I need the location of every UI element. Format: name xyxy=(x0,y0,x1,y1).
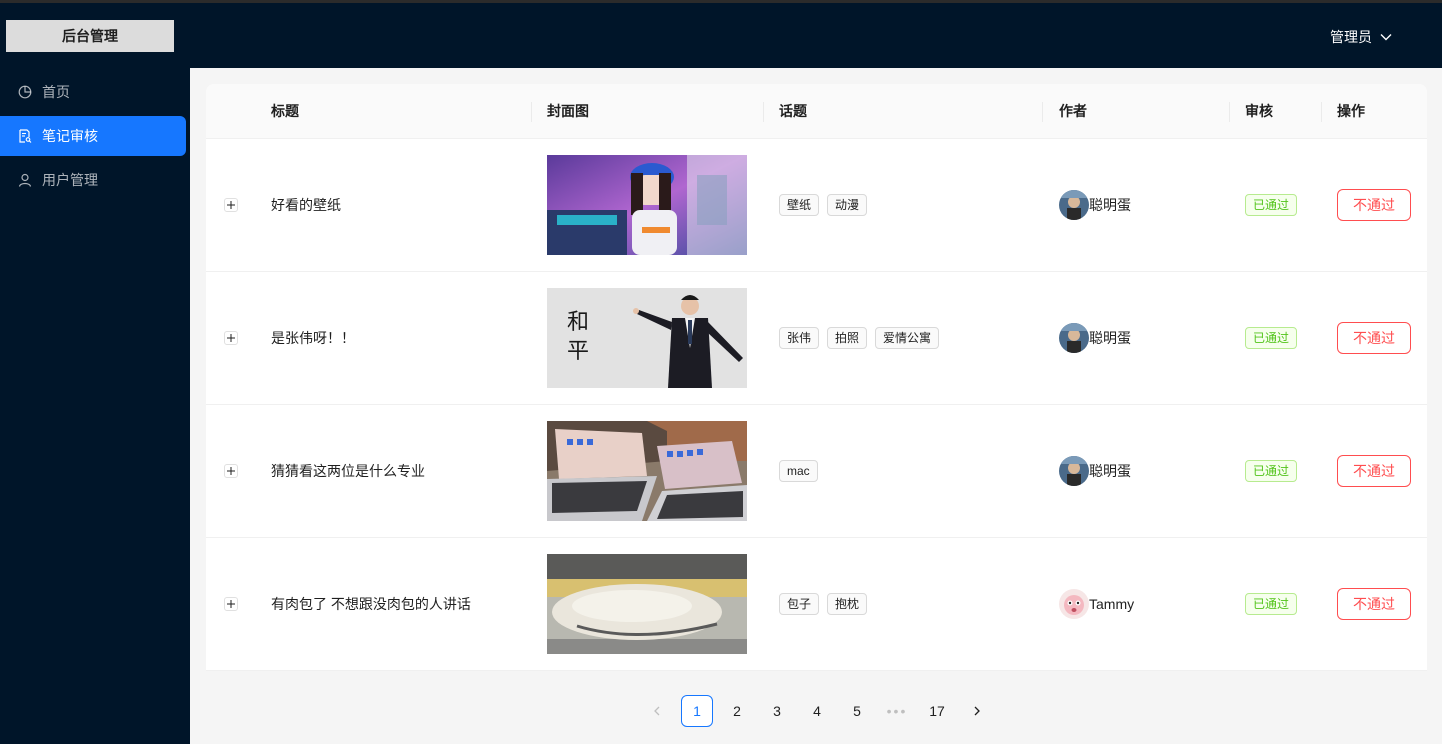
avatar[interactable] xyxy=(1059,456,1089,486)
topic-tag[interactable]: 拍照 xyxy=(827,327,868,349)
pagination-next-button[interactable] xyxy=(961,695,993,727)
column-divider xyxy=(763,102,764,122)
pagination-page[interactable]: 2 xyxy=(721,695,753,727)
column-divider xyxy=(531,102,532,122)
reject-button[interactable]: 不通过 xyxy=(1337,588,1411,620)
topic-tag[interactable]: 张伟 xyxy=(779,327,820,349)
author-name: 聪明蛋 xyxy=(1089,463,1131,479)
column-divider xyxy=(1321,102,1322,122)
topic-tags: 包子 抱枕 xyxy=(779,593,875,615)
note-title: 好看的壁纸 xyxy=(271,197,341,213)
table-header: 标题 封面图 话题 作者 审核 操作 xyxy=(206,84,1427,139)
plus-icon xyxy=(227,600,235,608)
status-badge: 已通过 xyxy=(1245,593,1298,615)
reject-button[interactable]: 不通过 xyxy=(1337,189,1411,221)
status-badge: 已通过 xyxy=(1245,194,1298,216)
note-title: 有肉包了 不想跟没肉包的人讲话 xyxy=(271,596,471,612)
column-header-author[interactable]: 作者 xyxy=(1059,84,1087,139)
note-title: 猜猜看这两位是什么专业 xyxy=(271,463,425,479)
column-header-topics[interactable]: 话题 xyxy=(779,84,807,139)
topic-tag[interactable]: 包子 xyxy=(779,593,820,615)
chevron-right-icon xyxy=(974,706,980,716)
column-divider xyxy=(1229,102,1230,122)
author-cell: 聪明蛋 xyxy=(1059,323,1131,353)
main-content: 标题 封面图 话题 作者 审核 操作 好看的壁纸 壁纸 动漫 聪明蛋 已通过 不… xyxy=(190,68,1442,744)
sidebar-item-label: 用户管理 xyxy=(42,172,98,188)
cover-image[interactable] xyxy=(547,421,747,521)
cover-image[interactable]: 和 平 xyxy=(547,288,747,388)
plus-icon xyxy=(227,201,235,209)
sidebar: 后台管理 首页 笔记审核 用户管理 xyxy=(0,3,190,744)
column-header-actions[interactable]: 操作 xyxy=(1337,84,1365,139)
pagination-page[interactable]: 3 xyxy=(761,695,793,727)
sidebar-item-label: 笔记审核 xyxy=(42,128,98,144)
cover-text: 平 xyxy=(567,339,589,364)
sidebar-item-label: 首页 xyxy=(42,84,70,100)
column-header-review[interactable]: 审核 xyxy=(1245,84,1273,139)
top-header: 管理员 xyxy=(190,3,1442,68)
pie-chart-icon xyxy=(18,85,32,99)
topic-tag[interactable]: 壁纸 xyxy=(779,194,820,216)
status-badge: 已通过 xyxy=(1245,327,1298,349)
sidebar-item-user-management[interactable]: 用户管理 xyxy=(0,160,186,200)
table-row: 好看的壁纸 壁纸 动漫 聪明蛋 已通过 不通过 xyxy=(206,139,1427,272)
pagination: 1 2 3 4 5 ••• 17 xyxy=(190,695,1442,727)
author-name: 聪明蛋 xyxy=(1089,197,1131,213)
author-name: 聪明蛋 xyxy=(1089,330,1131,346)
plus-icon xyxy=(227,467,235,475)
column-header-cover[interactable]: 封面图 xyxy=(547,84,589,139)
pagination-page-last[interactable]: 17 xyxy=(921,695,953,727)
pagination-prev-button[interactable] xyxy=(641,695,673,727)
expand-row-button[interactable] xyxy=(224,198,238,212)
topic-tag[interactable]: mac xyxy=(779,460,818,482)
cover-text: 和 xyxy=(567,310,589,335)
author-cell: 聪明蛋 xyxy=(1059,190,1131,220)
cover-image[interactable] xyxy=(547,554,747,654)
reject-button[interactable]: 不通过 xyxy=(1337,322,1411,354)
author-name: Tammy xyxy=(1089,596,1135,612)
sidebar-item-home[interactable]: 首页 xyxy=(0,72,186,112)
pagination-page[interactable]: 1 xyxy=(681,695,713,727)
plus-icon xyxy=(227,334,235,342)
pagination-page[interactable]: 5 xyxy=(841,695,873,727)
topic-tags: 张伟 拍照 爱情公寓 xyxy=(779,327,947,349)
app-logo[interactable]: 后台管理 xyxy=(6,20,174,52)
topic-tag[interactable]: 动漫 xyxy=(827,194,868,216)
table-row: 是张伟呀！！ 和 平 张伟 拍照 爱情公寓 聪明蛋 已通过 不通过 xyxy=(206,272,1427,405)
status-badge: 已通过 xyxy=(1245,460,1298,482)
table-row: 猜猜看这两位是什么专业 mac 聪明蛋 已通过 不通过 xyxy=(206,405,1427,538)
author-cell: 聪明蛋 xyxy=(1059,456,1131,486)
topic-tags: 壁纸 动漫 xyxy=(779,194,875,216)
topic-tag[interactable]: 爱情公寓 xyxy=(875,327,940,349)
notes-review-table: 标题 封面图 话题 作者 审核 操作 好看的壁纸 壁纸 动漫 聪明蛋 已通过 不… xyxy=(206,84,1427,671)
file-search-icon xyxy=(18,129,32,143)
topic-tags: mac xyxy=(779,460,826,482)
expand-row-button[interactable] xyxy=(224,597,238,611)
expand-row-button[interactable] xyxy=(224,464,238,478)
avatar[interactable] xyxy=(1059,589,1089,619)
sidebar-item-note-review[interactable]: 笔记审核 xyxy=(0,116,186,156)
cover-image[interactable] xyxy=(547,155,747,255)
reject-button[interactable]: 不通过 xyxy=(1337,455,1411,487)
admin-user-label: 管理员 xyxy=(1330,29,1372,45)
user-icon xyxy=(18,173,32,187)
topic-tag[interactable]: 抱枕 xyxy=(827,593,868,615)
pagination-page[interactable]: 4 xyxy=(801,695,833,727)
column-header-title[interactable]: 标题 xyxy=(271,84,299,139)
chevron-left-icon xyxy=(654,706,660,716)
expand-row-button[interactable] xyxy=(224,331,238,345)
avatar[interactable] xyxy=(1059,190,1089,220)
note-title: 是张伟呀！！ xyxy=(271,330,355,346)
column-divider xyxy=(1042,102,1043,122)
author-cell: Tammy xyxy=(1059,589,1134,619)
pagination-ellipsis[interactable]: ••• xyxy=(881,695,913,727)
table-row: 有肉包了 不想跟没肉包的人讲话 包子 抱枕 Tammy 已通过 不通过 xyxy=(206,538,1427,671)
avatar[interactable] xyxy=(1059,323,1089,353)
admin-user-menu[interactable]: 管理员 xyxy=(1330,27,1392,47)
chevron-down-icon xyxy=(1380,31,1392,43)
